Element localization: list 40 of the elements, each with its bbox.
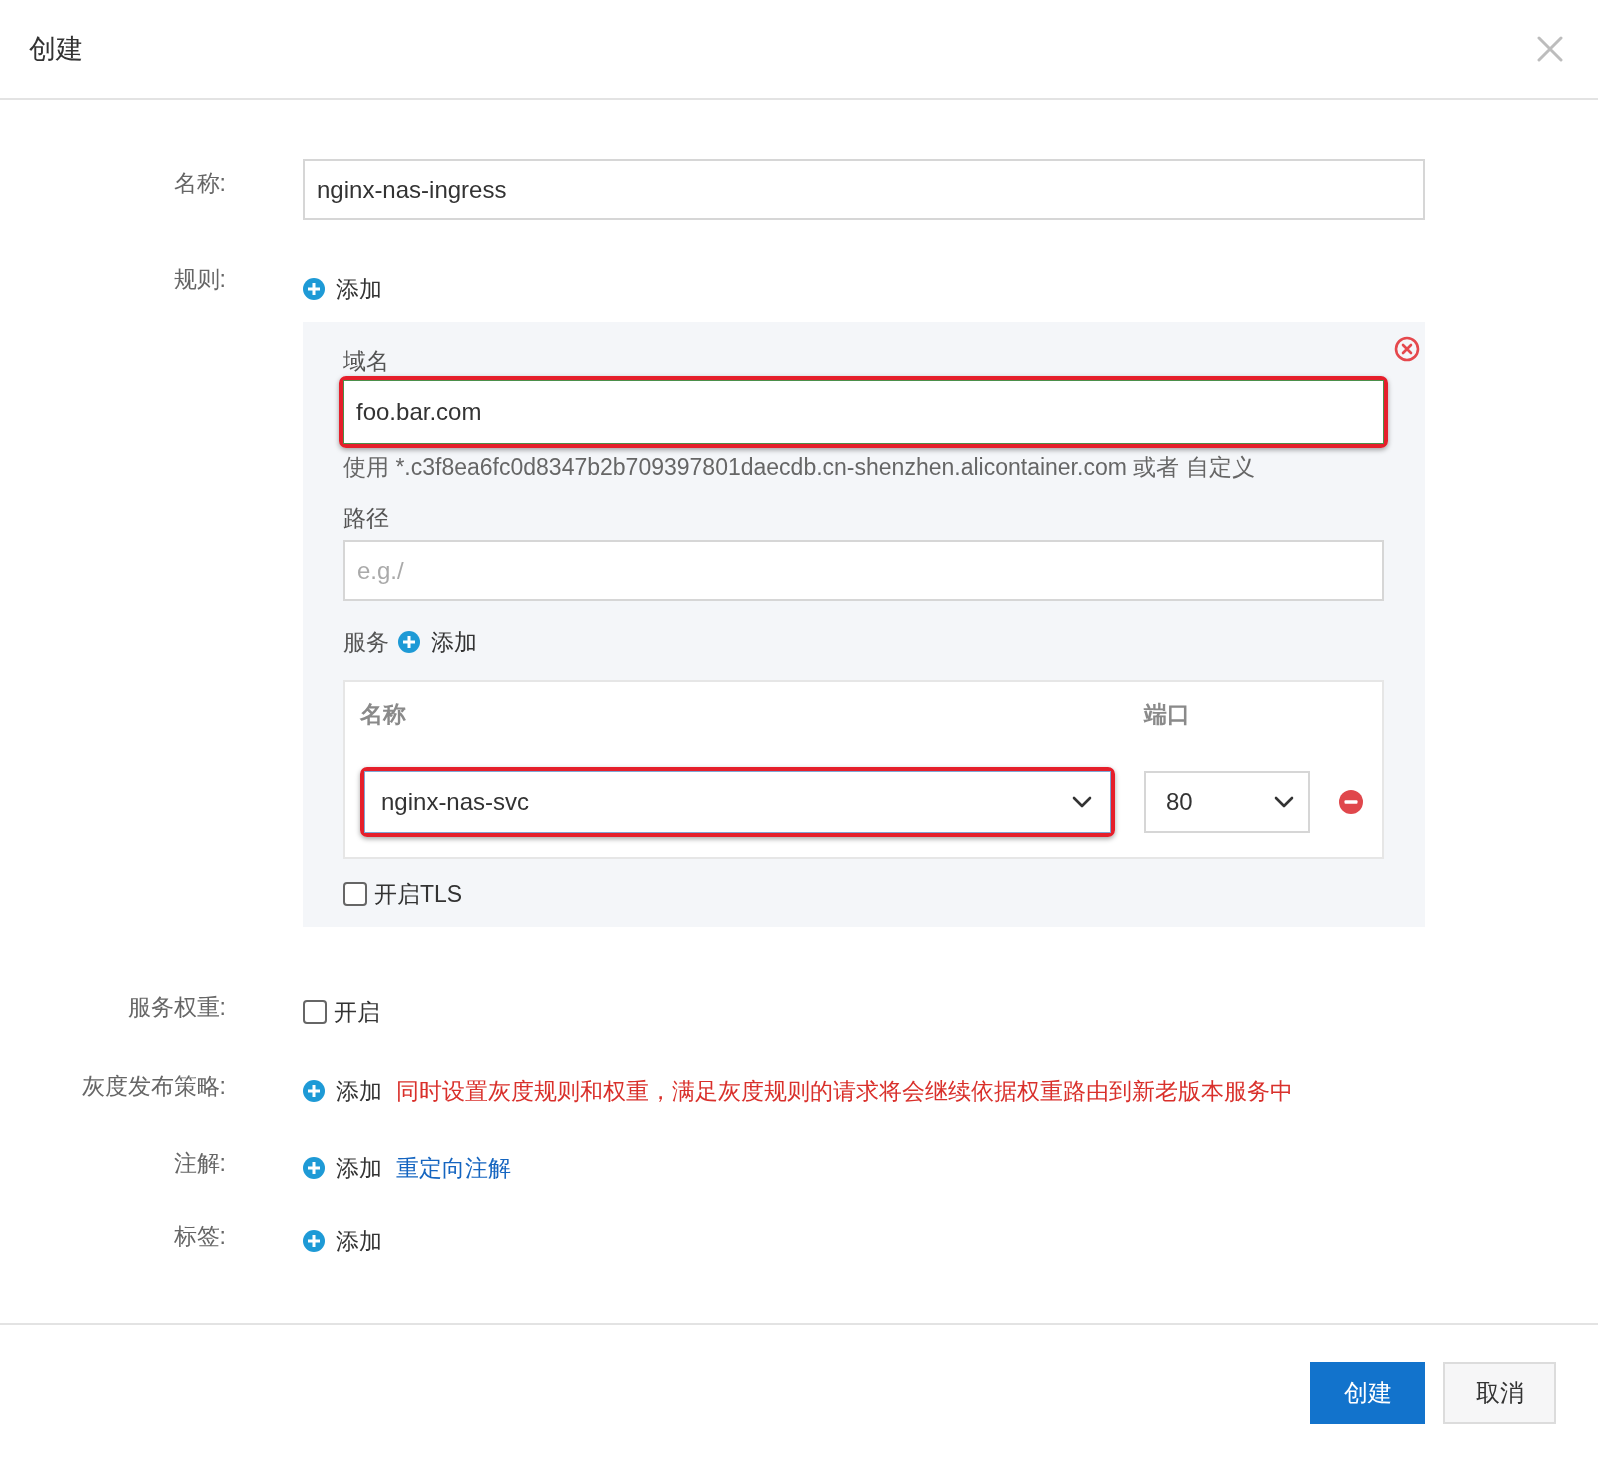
add-button[interactable]: 添加 [303, 1153, 382, 1183]
form-label: 服务权重: [127, 993, 226, 1022]
field-label: 域名 [343, 347, 389, 376]
cancel-button[interactable]: 取消 [1443, 1362, 1556, 1424]
service-select[interactable]: nginx-nas-svc [364, 771, 1111, 833]
name-input[interactable]: nginx-nas-ingress [303, 159, 1425, 220]
plus-icon [303, 278, 325, 300]
port-select[interactable]: 80 [1144, 771, 1310, 833]
add-button[interactable]: 添加 [303, 1076, 382, 1106]
domain-input[interactable]: foo.bar.com [343, 380, 1384, 444]
plus-icon [303, 1157, 325, 1179]
warning-text: 同时设置灰度规则和权重，满足灰度规则的请求将会继续依据权重路由到新老版本服务中 [396, 1077, 1293, 1106]
chevron-down-icon [1274, 796, 1294, 808]
column-header: 端口 [1144, 700, 1190, 729]
checkbox[interactable] [303, 1000, 327, 1024]
add-button[interactable]: 添加 [303, 1226, 382, 1256]
column-header: 名称 [360, 700, 406, 729]
checkbox[interactable] [343, 882, 367, 906]
dialog-title: 创建 [29, 33, 83, 66]
redirect-annotation-link[interactable]: 重定向注解 [396, 1153, 511, 1183]
field-label: 服务 [343, 628, 389, 657]
checkbox-label: 开启 [334, 998, 380, 1027]
hint-text: 使用 *.c3f8ea6fc0d8347b2b709397801daecdb.cn-shenzhen.alicontainer.com 或者 自定义 [343, 453, 1255, 482]
checkbox-label: 开启TLS [374, 880, 463, 909]
form-label: 名称: [173, 169, 226, 198]
create-button[interactable]: 创建 [1310, 1362, 1425, 1424]
form-label: 规则: [173, 265, 226, 294]
form-label: 注解: [173, 1149, 226, 1178]
plus-icon [303, 1230, 325, 1252]
chevron-down-icon [1072, 796, 1092, 808]
plus-icon [303, 1080, 325, 1102]
form-label: 灰度发布策略: [81, 1072, 226, 1101]
remove-icon[interactable] [1394, 336, 1420, 362]
add-button[interactable]: 添加 [398, 627, 477, 657]
path-input[interactable]: e.g./ [343, 540, 1384, 601]
remove-icon[interactable] [1339, 790, 1363, 814]
form-label: 标签: [173, 1222, 226, 1251]
field-label: 路径 [343, 504, 389, 533]
plus-icon [398, 631, 420, 653]
add-button[interactable]: 添加 [303, 274, 382, 304]
